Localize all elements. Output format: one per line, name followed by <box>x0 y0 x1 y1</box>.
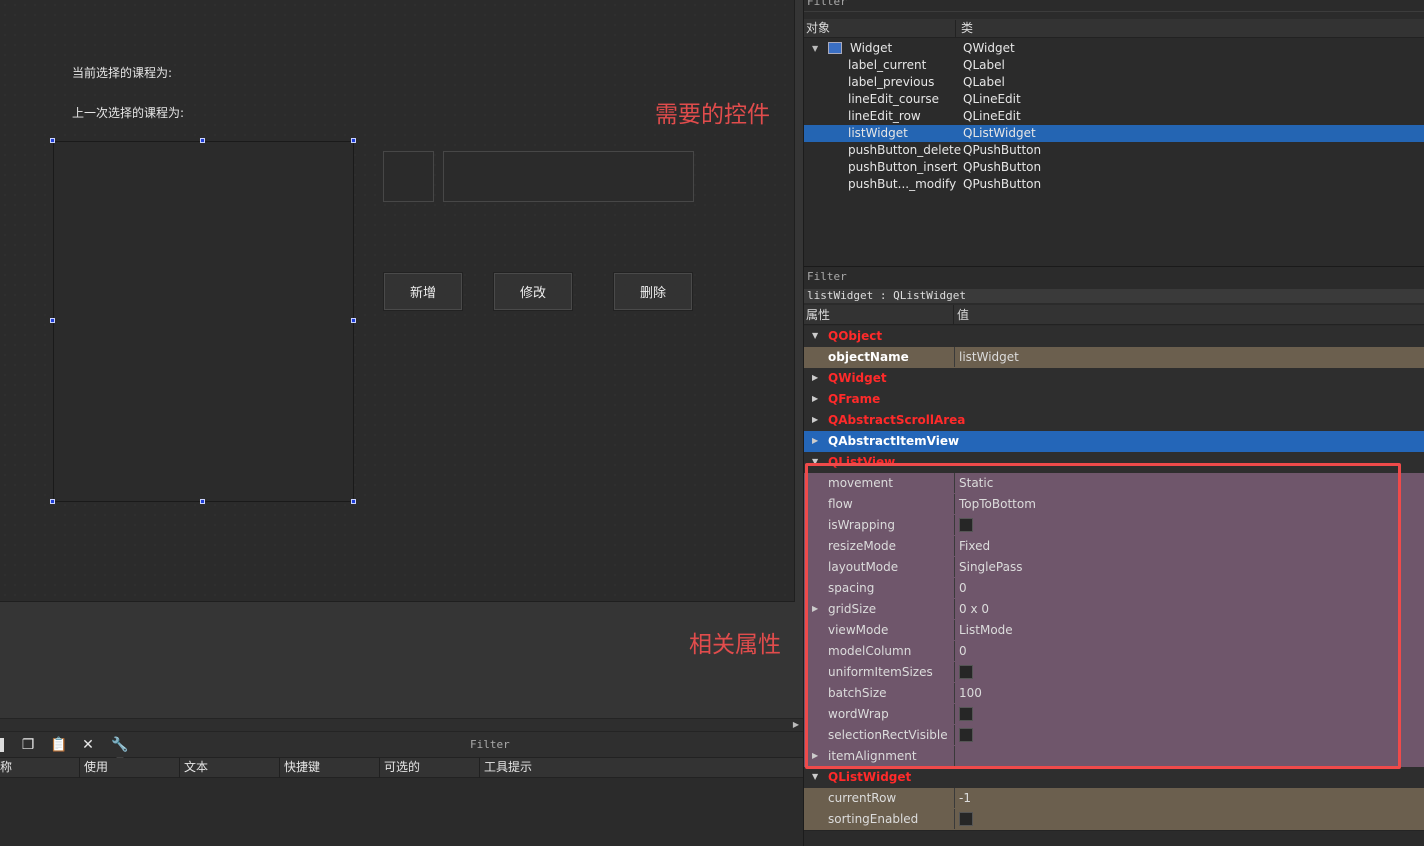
label-previous[interactable]: 上一次选择的课程为: <box>72 104 184 121</box>
group-qabstractitemview[interactable]: ▶ QAbstractItemView <box>804 431 1424 453</box>
lineedit-row[interactable] <box>383 151 434 202</box>
group-qlistwidget[interactable]: ▼ QListWidget <box>804 767 1424 789</box>
object-filter[interactable]: Filter <box>804 0 1424 12</box>
highlight-box <box>805 463 1401 769</box>
col-used[interactable]: 使用 <box>80 758 180 778</box>
wrench-icon[interactable]: 🔧▾ <box>108 737 132 769</box>
annotation-widgets: 需要的控件 <box>655 102 770 128</box>
action-toolbar: ❐ 📋 ✕ 🔧▾ Filter <box>0 732 803 769</box>
resize-handle[interactable] <box>351 499 356 504</box>
col-tooltip[interactable]: 工具提示 <box>480 758 803 778</box>
tree-row[interactable]: pushButton_insert QPushButton <box>804 159 1424 176</box>
expand-arrow-icon[interactable]: ▶ <box>812 410 818 430</box>
tree-row[interactable]: label_previous QLabel <box>804 74 1424 91</box>
insert-button[interactable]: 新增 <box>383 272 463 311</box>
tree-row[interactable]: lineEdit_course QLineEdit <box>804 91 1424 108</box>
col-shortcut[interactable]: 快捷键 <box>280 758 380 778</box>
copy-icon[interactable]: ❐ <box>20 737 36 753</box>
property-header: 属性 值 <box>804 305 1424 325</box>
label-current[interactable]: 当前选择的课程为: <box>72 64 172 81</box>
collapse-arrow-icon[interactable]: ▼ <box>812 326 818 346</box>
form-canvas[interactable]: 当前选择的课程为: 上一次选择的课程为: 新增 修改 删除 <box>0 0 795 602</box>
scroll-right-icon[interactable]: ▶ <box>791 720 801 730</box>
resize-handle[interactable] <box>351 138 356 143</box>
tree-row[interactable]: pushBut..._modify QPushButton <box>804 176 1424 193</box>
resize-handle[interactable] <box>200 499 205 504</box>
paste-icon[interactable]: 📋 <box>50 737 67 753</box>
group-qabstractscrollarea[interactable]: ▶ QAbstractScrollArea <box>804 410 1424 432</box>
horizontal-scrollbar[interactable]: ▶ <box>0 718 803 732</box>
collapse-arrow-icon[interactable]: ▼ <box>812 767 818 787</box>
prop-currentrow[interactable]: currentRow -1 <box>804 788 1424 810</box>
prop-objectname[interactable]: objectName listWidget <box>804 347 1424 369</box>
property-context: listWidget : QListWidget <box>804 289 1424 303</box>
collapse-arrow-icon[interactable]: ▼ <box>812 40 818 57</box>
col-text[interactable]: 文本 <box>180 758 280 778</box>
currentrow-value[interactable]: -1 <box>954 788 1424 808</box>
expand-arrow-icon[interactable]: ▶ <box>812 368 818 388</box>
objectname-value[interactable]: listWidget <box>954 347 1424 367</box>
tree-row-root[interactable]: ▼ Widget QWidget <box>804 40 1424 57</box>
header-property[interactable]: 属性 <box>806 305 954 325</box>
modify-button[interactable]: 修改 <box>493 272 573 311</box>
group-qwidget[interactable]: ▶ QWidget <box>804 368 1424 390</box>
annotation-properties: 相关属性 <box>689 632 781 658</box>
action-table-body <box>0 778 803 846</box>
group-qframe[interactable]: ▶ QFrame <box>804 389 1424 411</box>
resize-handle[interactable] <box>50 138 55 143</box>
resize-handle[interactable] <box>50 318 55 323</box>
object-header: 对象 类 <box>804 19 1424 38</box>
property-filter[interactable]: Filter <box>804 267 1424 287</box>
header-object[interactable]: 对象 <box>806 20 956 38</box>
prop-sortingenabled[interactable]: sortingEnabled <box>804 809 1424 831</box>
tree-row-selected[interactable]: listWidget QListWidget <box>804 125 1424 142</box>
resize-handle[interactable] <box>351 318 356 323</box>
new-action-icon[interactable] <box>0 738 4 752</box>
col-checkable[interactable]: 可选的 <box>380 758 480 778</box>
group-qobject[interactable]: ▼ QObject <box>804 326 1424 348</box>
tree-row[interactable]: label_current QLabel <box>804 57 1424 74</box>
resize-handle[interactable] <box>200 138 205 143</box>
widget-icon <box>828 42 842 54</box>
delete-action-icon[interactable]: ✕ <box>80 737 96 753</box>
delete-button[interactable]: 删除 <box>613 272 693 311</box>
col-name[interactable]: 称 <box>0 758 80 778</box>
action-table-header: 称 使用 文本 快捷键 可选的 工具提示 <box>0 758 803 778</box>
tree-row[interactable]: lineEdit_row QLineEdit <box>804 108 1424 125</box>
resize-handle[interactable] <box>50 499 55 504</box>
expand-arrow-icon[interactable]: ▶ <box>812 431 818 451</box>
sortingenabled-checkbox[interactable] <box>959 811 973 826</box>
header-value[interactable]: 值 <box>957 305 969 325</box>
expand-arrow-icon[interactable]: ▶ <box>812 389 818 409</box>
tree-row[interactable]: pushButton_delete QPushButton <box>804 142 1424 159</box>
lineedit-course[interactable] <box>443 151 694 202</box>
list-widget[interactable] <box>53 141 354 502</box>
header-class[interactable]: 类 <box>961 20 973 37</box>
object-inspector: Filter 对象 类 ▼ Widget QWidget label_curre… <box>803 0 1424 266</box>
action-filter[interactable]: Filter <box>470 738 510 751</box>
